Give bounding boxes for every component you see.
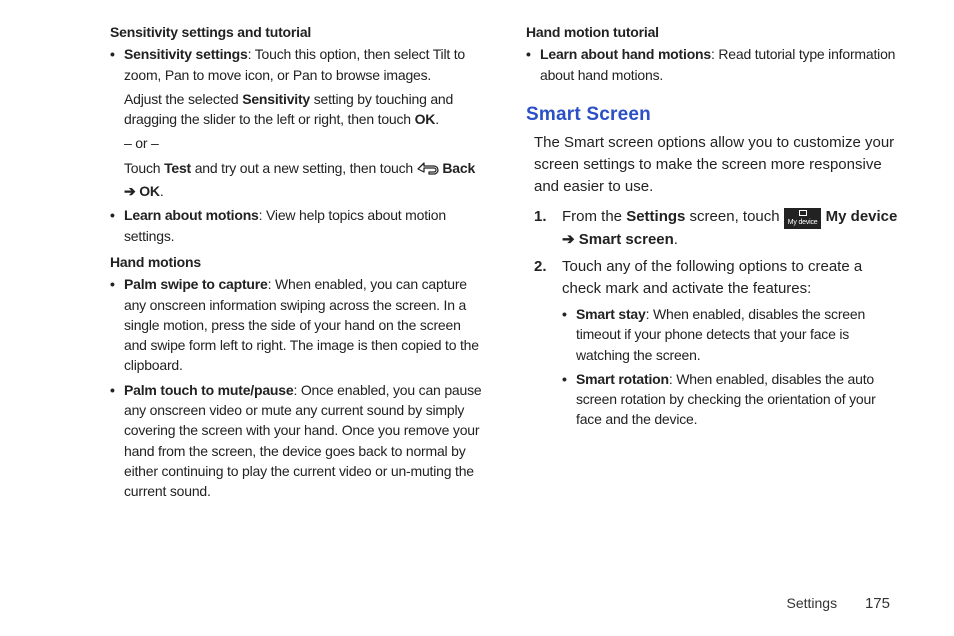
palm-touch-text: : Once enabled, you can pause any onscre… (124, 382, 481, 499)
palm-swipe-item: • Palm swipe to capture: When enabled, y… (110, 274, 482, 375)
smart-screen-title: Smart Screen (526, 101, 898, 129)
sensitivity-list: • Sensitivity settings: Touch this optio… (110, 44, 482, 246)
footer-page-number: 175 (865, 595, 890, 612)
smart-screen-intro: The Smart screen options allow you to cu… (526, 132, 898, 197)
left-column: Sensitivity settings and tutorial • Sens… (110, 22, 482, 506)
smart-rotation-label: Smart rotation (576, 371, 669, 387)
sensitivity-adjust-text: Adjust the selected Sensitivity setting … (124, 89, 482, 130)
right-column: Hand motion tutorial • Learn about hand … (526, 22, 898, 506)
learn-motions-item: • Learn about motions: View help topics … (110, 205, 482, 246)
step-1: 1. From the Settings screen, touch My de… (534, 206, 898, 251)
sensitivity-settings-label: Sensitivity settings (124, 46, 248, 62)
sensitivity-heading: Sensitivity settings and tutorial (110, 22, 482, 42)
bullet-icon: • (110, 44, 115, 64)
palm-touch-item: • Palm touch to mute/pause: Once enabled… (110, 380, 482, 502)
hand-tutorial-heading: Hand motion tutorial (526, 22, 898, 42)
learn-hand-motions-item: • Learn about hand motions: Read tutoria… (526, 44, 898, 85)
learn-hand-motions-label: Learn about hand motions (540, 46, 711, 62)
step-2-text: Touch any of the following options to cr… (562, 258, 862, 297)
step-number: 2. (534, 256, 547, 278)
bullet-icon: • (110, 380, 115, 400)
hand-motions-heading: Hand motions (110, 252, 482, 272)
step-number: 1. (534, 206, 547, 228)
hand-tutorial-list: • Learn about hand motions: Read tutoria… (526, 44, 898, 85)
page-footer: Settings 175 (786, 595, 890, 612)
bullet-icon: • (562, 369, 567, 389)
back-icon (417, 161, 439, 181)
sensitivity-settings-item: • Sensitivity settings: Touch this optio… (110, 44, 482, 201)
footer-section: Settings (786, 595, 837, 611)
palm-swipe-label: Palm swipe to capture (124, 276, 268, 292)
learn-motions-label: Learn about motions (124, 207, 259, 223)
hand-motions-list: • Palm swipe to capture: When enabled, y… (110, 274, 482, 501)
two-column-layout: Sensitivity settings and tutorial • Sens… (110, 22, 898, 506)
smart-features-list: • Smart stay: When enabled, disables the… (562, 304, 898, 430)
smart-stay-label: Smart stay (576, 306, 646, 322)
bullet-icon: • (110, 274, 115, 294)
smart-stay-item: • Smart stay: When enabled, disables the… (562, 304, 898, 365)
or-divider: – or – (124, 133, 482, 153)
step-2: 2. Touch any of the following options to… (534, 256, 898, 429)
bullet-icon: • (562, 304, 567, 324)
page: Sensitivity settings and tutorial • Sens… (0, 0, 954, 636)
smart-rotation-item: • Smart rotation: When enabled, disables… (562, 369, 898, 430)
smart-screen-steps: 1. From the Settings screen, touch My de… (526, 206, 898, 430)
sensitivity-test-text: Touch Test and try out a new setting, th… (124, 158, 482, 202)
my-device-icon: My device (784, 208, 822, 229)
bullet-icon: • (526, 44, 531, 64)
bullet-icon: • (110, 205, 115, 225)
palm-touch-label: Palm touch to mute/pause (124, 382, 293, 398)
